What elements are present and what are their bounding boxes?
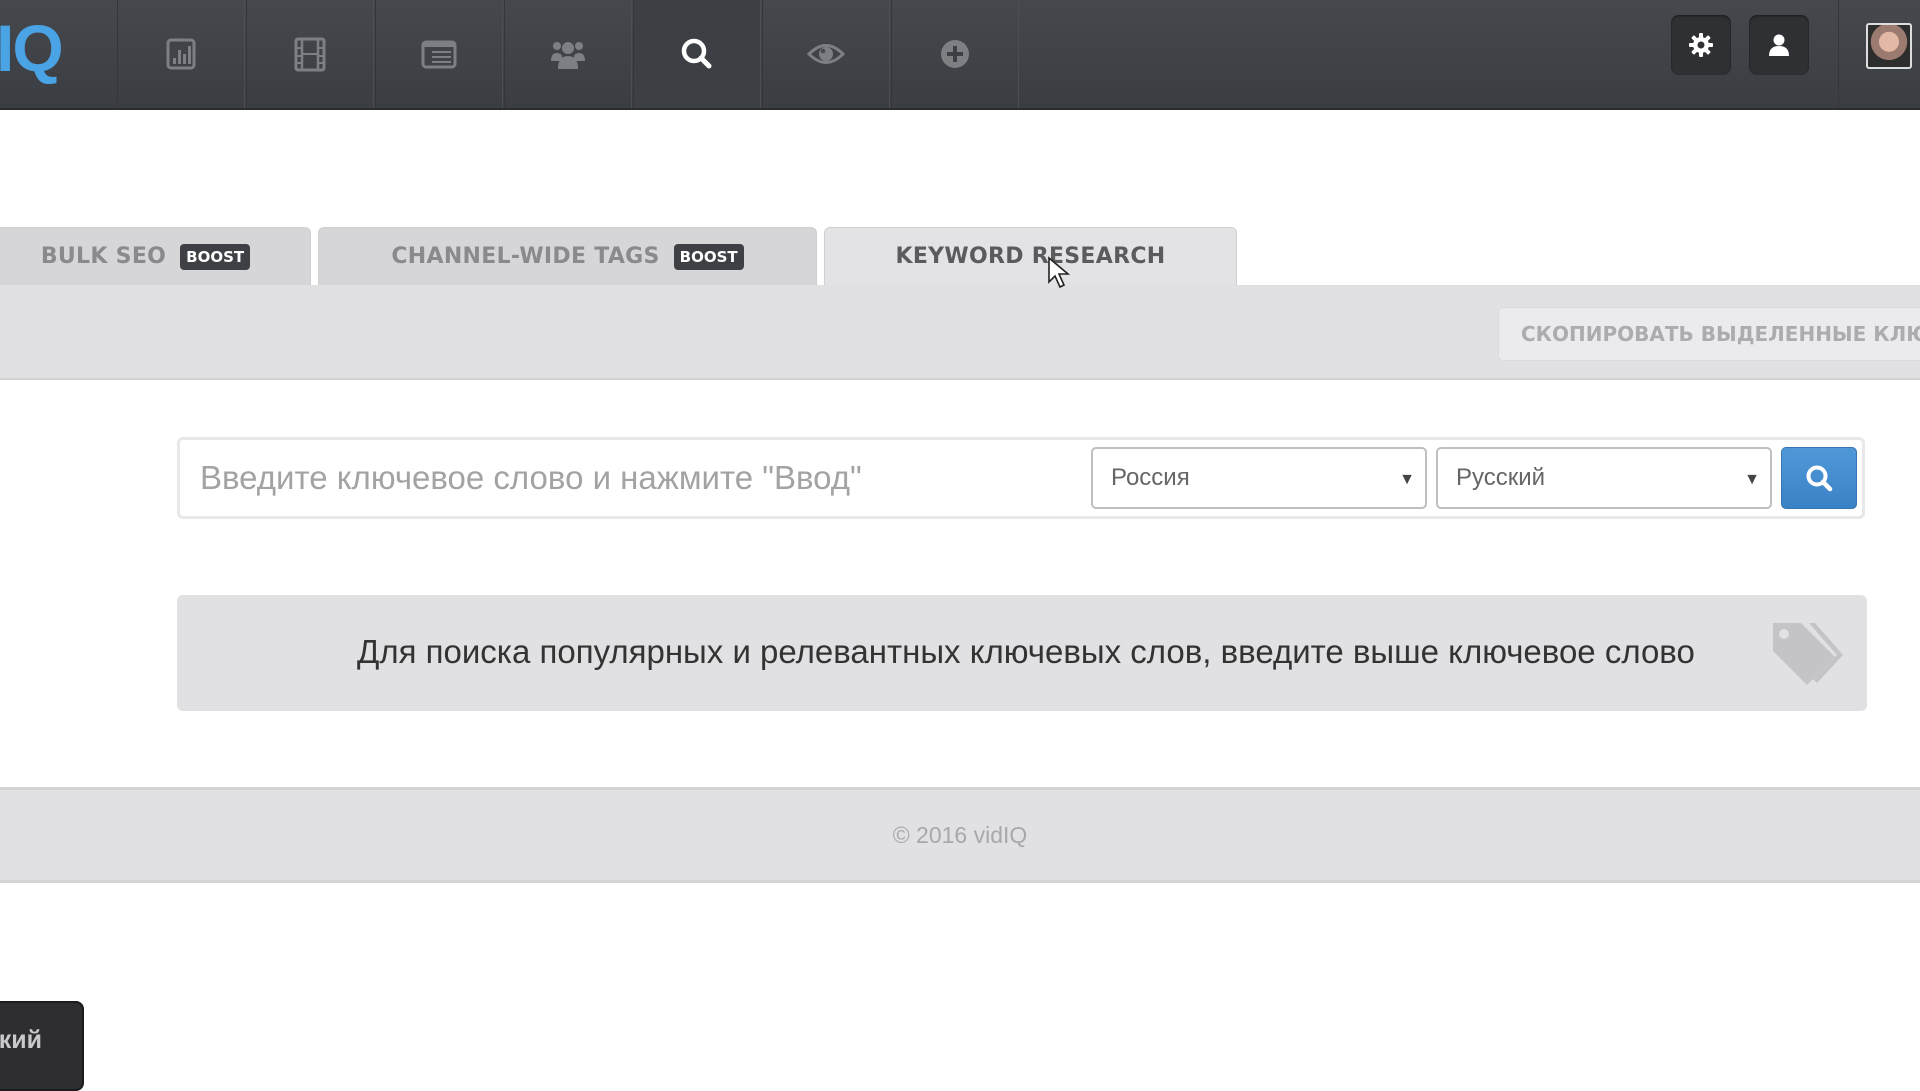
search-button[interactable] (1781, 447, 1857, 509)
search-icon (1806, 465, 1833, 492)
search-icon (681, 38, 712, 69)
tab-label: BULK SEO (40, 244, 167, 269)
tab-label: CHANNEL-WIDE TAGS (391, 244, 660, 269)
tab-bulk-seo[interactable]: BULK SEO BOOST (0, 227, 311, 285)
nav-search[interactable] (633, 0, 761, 108)
results-toolbar: СКОПИРОВАТЬ ВЫДЕЛЕННЫЕ КЛЮЧ (0, 285, 1920, 380)
language-select[interactable]: Русский ▼ (1436, 447, 1772, 509)
empty-state-message: Для поиска популярных и релевантных ключ… (357, 633, 1695, 670)
film-icon (294, 37, 326, 72)
nav-analytics[interactable] (117, 0, 245, 108)
boost-badge: BOOST (180, 243, 251, 270)
nav-audience[interactable] (504, 0, 632, 108)
tab-label: KEYWORD RESEARCH (895, 244, 1166, 269)
settings-button[interactable] (1671, 15, 1731, 75)
empty-state-panel: Для поиска популярных и релевантных ключ… (177, 595, 1867, 711)
user-icon (1769, 34, 1789, 56)
country-selected-value: Россия (1111, 464, 1190, 491)
avatar[interactable] (1866, 23, 1912, 69)
tab-channel-wide-tags[interactable]: CHANNEL-WIDE TAGS BOOST (318, 227, 817, 285)
nav-list[interactable] (375, 0, 503, 108)
bar-chart-icon (166, 38, 196, 70)
nav-divider (1838, 0, 1839, 108)
chevron-down-icon: ▼ (1744, 471, 1760, 488)
language-switcher-label: ский (0, 1025, 42, 1054)
copy-selected-keywords-button[interactable]: СКОПИРОВАТЬ ВЫДЕЛЕННЫЕ КЛЮЧ (1498, 307, 1920, 361)
copyright-text: © 2016 vidIQ (892, 821, 1028, 848)
account-button[interactable] (1749, 15, 1809, 75)
plus-circle-icon (941, 40, 969, 68)
list-window-icon (421, 40, 457, 69)
nav-videos[interactable] (246, 0, 374, 108)
keyword-input[interactable] (186, 446, 1086, 510)
chevron-down-icon: ▼ (1399, 471, 1415, 488)
copy-button-label: СКОПИРОВАТЬ ВЫДЕЛЕННЫЕ КЛЮЧ (1521, 322, 1920, 346)
nav-watch[interactable] (762, 0, 890, 108)
nav-add[interactable] (891, 0, 1019, 108)
boost-badge: BOOST (673, 243, 744, 270)
language-switcher[interactable]: ский (0, 1001, 84, 1091)
language-selected-value: Русский (1456, 464, 1546, 491)
footer: © 2016 vidIQ (0, 787, 1920, 883)
gear-icon (1689, 33, 1713, 57)
top-navigation-bar: IQ (0, 0, 1920, 110)
keyword-search-form: Россия ▼ Русский ▼ (177, 437, 1865, 519)
tab-keyword-research[interactable]: KEYWORD RESEARCH (824, 227, 1237, 285)
tags-icon (1773, 623, 1843, 685)
users-icon (551, 42, 585, 69)
vidiq-logo[interactable]: IQ (0, 0, 116, 108)
eye-icon (806, 44, 846, 64)
country-select[interactable]: Россия ▼ (1091, 447, 1427, 509)
